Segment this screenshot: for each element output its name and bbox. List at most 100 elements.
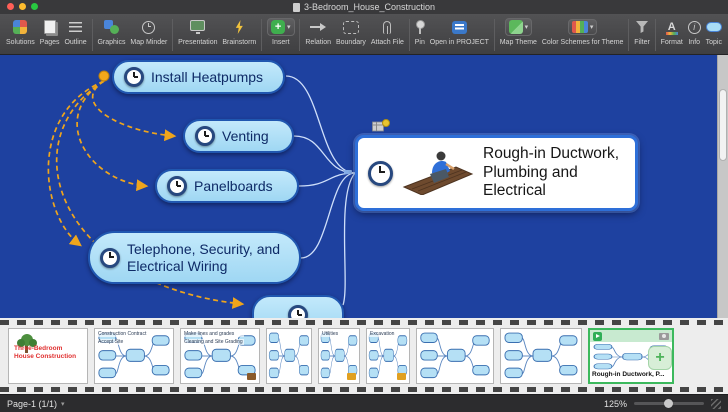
insert-icon: [271, 20, 285, 34]
toolbar-item-label: Map Minder: [130, 39, 167, 46]
toolbar-item-label: Topic: [706, 39, 722, 46]
toolbar-pages[interactable]: Pages: [40, 18, 60, 46]
toolbar-item-label: Insert: [272, 39, 290, 46]
toolbar-separator: [261, 19, 262, 51]
zoom-slider-thumb[interactable]: [664, 399, 673, 408]
vertical-scrollbar-thumb[interactable]: [719, 89, 727, 161]
toolbar-filter[interactable]: Filter: [634, 18, 650, 46]
toolbar-attach-file[interactable]: Attach File: [371, 18, 404, 46]
colorschemes-icon: [572, 21, 588, 33]
mapminder-icon: [142, 21, 155, 34]
toolbar-solutions[interactable]: Solutions: [6, 18, 35, 46]
title-bar: 3-Bedroom_House_Construction: [0, 0, 728, 15]
page-selector[interactable]: Page-1 (1/1) ▾: [7, 399, 65, 409]
clock-icon: [100, 248, 120, 268]
filmstrip-thumbnail-1[interactable]: Three-Bedroom House Construction: [8, 328, 88, 384]
toolbar-separator: [92, 19, 93, 51]
grid-icon: [13, 20, 27, 34]
dropdown-caret-icon: ▾: [590, 23, 594, 31]
topic-panelboards[interactable]: Panelboards: [155, 169, 299, 203]
filmstrip-thumbnail-7[interactable]: [416, 328, 494, 384]
film-perforation: [0, 387, 728, 392]
project-icon: [452, 21, 467, 34]
collapse-indicator[interactable]: [344, 170, 352, 174]
toolbar-item-label: Attach File: [371, 39, 404, 46]
toolbar-topic[interactable]: Topic: [706, 18, 722, 46]
toolbar-item-label: Open in PROJECT: [430, 39, 489, 46]
toolbar-separator: [172, 19, 173, 51]
attach-icon: [383, 21, 391, 34]
toolbar-item-label: Boundary: [336, 39, 366, 46]
toolbar-separator: [494, 19, 495, 51]
dropdown-caret-icon: ▾: [525, 23, 529, 31]
zoom-level: 125%: [604, 399, 627, 409]
toolbar-brainstorm[interactable]: Brainstorm: [222, 18, 256, 46]
pages-icon: [44, 20, 56, 34]
ductwork-worker-image: [402, 147, 474, 200]
zoom-slider[interactable]: [634, 402, 704, 405]
maptheme-icon: [509, 20, 523, 34]
zoom-button[interactable]: [31, 3, 38, 10]
toolbar-format[interactable]: Format: [661, 18, 683, 46]
toolbar-item-label: Pin: [415, 39, 425, 46]
toolbar-insert[interactable]: ▾ Insert: [267, 18, 295, 46]
clock-icon: [124, 67, 144, 87]
toolbar-map-minder[interactable]: Map Minder: [130, 18, 167, 46]
main-toolbar: Solutions Pages Outline Graphics: [0, 14, 728, 55]
toolbar-open-in-project[interactable]: Open in PROJECT: [430, 18, 489, 46]
status-bar: Page-1 (1/1) ▾ 125%: [0, 394, 728, 412]
toolbar-info[interactable]: Info: [688, 18, 701, 46]
filmstrip-thumbnail-5[interactable]: Utilities: [318, 328, 360, 384]
topic-telephone-security-wiring[interactable]: Telephone, Security, and Electrical Wiri…: [88, 231, 301, 284]
toolbar-presentation[interactable]: Presentation: [178, 18, 217, 46]
play-preview-icon[interactable]: [593, 332, 602, 341]
thumbnail-row: Three-Bedroom House Construction: [8, 328, 674, 384]
toolbar-relation[interactable]: Relation: [305, 18, 331, 46]
toolbar-item-label: Pages: [40, 39, 60, 46]
toolbar-item-label: Relation: [305, 39, 331, 46]
mini-map-graphic: [417, 329, 493, 383]
clock-icon: [288, 305, 308, 318]
toolbar-color-schemes[interactable]: ▾ Color Schemes for Theme: [542, 18, 624, 46]
toolbar-map-theme[interactable]: ▾ Map Theme: [500, 18, 537, 46]
mini-map-graphic: [501, 329, 581, 383]
page-label: Page-1 (1/1): [7, 399, 57, 409]
toolbar-graphics[interactable]: Graphics: [97, 18, 125, 46]
topic-label: Panelboards: [194, 178, 273, 194]
vertical-scrollbar[interactable]: [717, 55, 728, 318]
filter-icon: [636, 21, 648, 33]
info-icon: [688, 21, 701, 34]
filmstrip-thumbnail-3[interactable]: Make lines and gradesCleaning and Site G…: [180, 328, 260, 384]
topic-label: Telephone, Security, and Electrical Wiri…: [127, 241, 289, 274]
camera-icon[interactable]: [659, 333, 669, 340]
resize-grip-icon[interactable]: [711, 399, 721, 409]
toolbar-item-label: Info: [688, 39, 700, 46]
mindmap-canvas[interactable]: Install Heatpumps Venting Panelboards Te…: [0, 55, 728, 318]
toolbar-item-label: Presentation: [178, 39, 217, 46]
topic-venting[interactable]: Venting: [183, 119, 294, 153]
toolbar-pin[interactable]: Pin: [415, 18, 425, 46]
filmstrip-thumbnail-2[interactable]: Construction ContractAccept Site: [94, 328, 174, 384]
topic-label: Install Heatpumps: [151, 69, 263, 85]
minimize-button[interactable]: [19, 3, 26, 10]
topic-install-heatpumps[interactable]: Install Heatpumps: [112, 60, 285, 94]
thumbnail-texts: Make lines and gradesCleaning and Site G…: [183, 331, 244, 345]
close-button[interactable]: [7, 3, 14, 10]
thumbnail-texts: Utilities: [321, 331, 339, 337]
mini-map-graphic: [267, 329, 311, 383]
filmstrip-thumbnail-8[interactable]: [500, 328, 582, 384]
thumbnail-caption: Rough-in Ductwork, P...: [590, 370, 672, 382]
filmstrip-thumbnail-4[interactable]: [266, 328, 312, 384]
toolbar-boundary[interactable]: Boundary: [336, 18, 366, 46]
pin-icon: [415, 20, 425, 34]
main-topic-rough-in-ductwork[interactable]: Rough-in Ductwork, Plumbing and Electric…: [355, 135, 638, 211]
toolbar-outline[interactable]: Outline: [64, 18, 86, 46]
add-page-button[interactable]: +: [648, 346, 672, 370]
topic-partial-bottom[interactable]: [252, 295, 344, 318]
filmstrip-thumbnail-6[interactable]: Excavation: [366, 328, 410, 384]
dropdown-caret-icon: ▾: [287, 23, 291, 31]
window-title: 3-Bedroom_House_Construction: [293, 2, 435, 12]
toolbar-item-label: Solutions: [6, 39, 35, 46]
clock-icon: [195, 126, 215, 146]
topic-label: Venting: [222, 128, 269, 144]
